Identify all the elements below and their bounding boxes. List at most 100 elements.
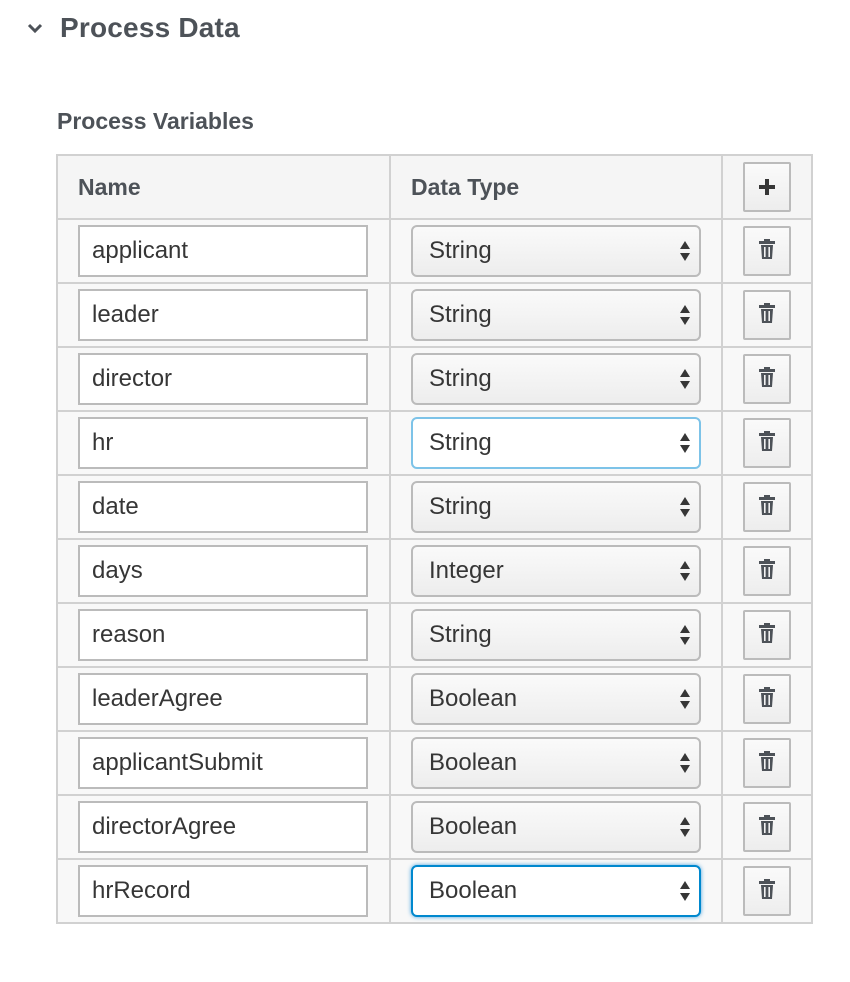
actions-cell bbox=[721, 794, 813, 860]
select-arrows-icon bbox=[679, 687, 691, 711]
variable-name-input[interactable] bbox=[78, 673, 368, 725]
data-type-value: Boolean bbox=[429, 685, 518, 712]
trash-icon bbox=[759, 878, 775, 904]
table-row: Boolean bbox=[56, 858, 813, 924]
data-type-column-header: Data Type bbox=[389, 154, 723, 220]
data-type-cell: Integer bbox=[389, 538, 723, 604]
actions-cell bbox=[721, 858, 813, 924]
data-type-cell: String bbox=[389, 602, 723, 668]
select-arrows-icon bbox=[679, 239, 691, 263]
actions-column-header bbox=[721, 154, 813, 220]
table-row: String bbox=[56, 410, 813, 476]
select-arrows-icon bbox=[679, 559, 691, 583]
select-arrows-icon bbox=[679, 623, 691, 647]
actions-cell bbox=[721, 218, 813, 284]
process-data-panel: Process Data Process Variables Name Data… bbox=[0, 0, 850, 982]
table-row: String bbox=[56, 602, 813, 668]
data-type-select[interactable]: String bbox=[411, 289, 701, 341]
data-type-select[interactable]: String bbox=[411, 225, 701, 277]
table-row: String bbox=[56, 282, 813, 348]
table-header-row: Name Data Type bbox=[56, 154, 813, 220]
name-cell bbox=[56, 282, 391, 348]
data-type-value: String bbox=[429, 365, 492, 392]
variable-name-input[interactable] bbox=[78, 353, 368, 405]
select-arrows-icon bbox=[679, 367, 691, 391]
process-variables-title: Process Variables bbox=[57, 108, 254, 134]
actions-cell bbox=[721, 346, 813, 412]
name-cell bbox=[56, 218, 391, 284]
variable-name-input[interactable] bbox=[78, 417, 368, 469]
name-cell bbox=[56, 858, 391, 924]
trash-icon bbox=[759, 686, 775, 712]
table-row: Boolean bbox=[56, 794, 813, 860]
name-cell bbox=[56, 410, 391, 476]
add-variable-button[interactable] bbox=[743, 162, 791, 212]
data-type-cell: String bbox=[389, 410, 723, 476]
delete-variable-button[interactable] bbox=[743, 866, 791, 916]
data-type-value: Integer bbox=[429, 557, 504, 584]
table-row: String bbox=[56, 474, 813, 540]
data-type-select[interactable]: String bbox=[411, 417, 701, 469]
select-arrows-icon bbox=[679, 431, 691, 455]
actions-cell bbox=[721, 538, 813, 604]
delete-variable-button[interactable] bbox=[743, 354, 791, 404]
data-type-select[interactable]: Boolean bbox=[411, 673, 701, 725]
variable-name-input[interactable] bbox=[78, 865, 368, 917]
data-type-select[interactable]: Boolean bbox=[411, 737, 701, 789]
delete-variable-button[interactable] bbox=[743, 674, 791, 724]
trash-icon bbox=[759, 558, 775, 584]
data-type-select[interactable]: String bbox=[411, 481, 701, 533]
delete-variable-button[interactable] bbox=[743, 418, 791, 468]
data-type-value: String bbox=[429, 621, 492, 648]
chevron-down-icon[interactable] bbox=[24, 17, 46, 39]
name-column-header: Name bbox=[56, 154, 391, 220]
data-type-select[interactable]: Boolean bbox=[411, 865, 701, 917]
actions-cell bbox=[721, 666, 813, 732]
variable-name-input[interactable] bbox=[78, 609, 368, 661]
name-cell bbox=[56, 794, 391, 860]
name-cell bbox=[56, 602, 391, 668]
variable-name-input[interactable] bbox=[78, 801, 368, 853]
trash-icon bbox=[759, 366, 775, 392]
delete-variable-button[interactable] bbox=[743, 610, 791, 660]
data-type-value: String bbox=[429, 237, 492, 264]
section-title: Process Data bbox=[60, 12, 240, 43]
variable-name-input[interactable] bbox=[78, 481, 368, 533]
variable-name-input[interactable] bbox=[78, 545, 368, 597]
delete-variable-button[interactable] bbox=[743, 738, 791, 788]
trash-icon bbox=[759, 430, 775, 456]
data-type-cell: String bbox=[389, 218, 723, 284]
delete-variable-button[interactable] bbox=[743, 290, 791, 340]
variable-name-input[interactable] bbox=[78, 225, 368, 277]
data-type-select[interactable]: String bbox=[411, 609, 701, 661]
trash-icon bbox=[759, 814, 775, 840]
select-arrows-icon bbox=[679, 495, 691, 519]
name-cell bbox=[56, 346, 391, 412]
variable-name-input[interactable] bbox=[78, 737, 368, 789]
data-type-value: Boolean bbox=[429, 877, 518, 904]
data-type-cell: Boolean bbox=[389, 730, 723, 796]
data-type-value: String bbox=[429, 493, 492, 520]
trash-icon bbox=[759, 622, 775, 648]
data-type-value: String bbox=[429, 301, 492, 328]
delete-variable-button[interactable] bbox=[743, 226, 791, 276]
actions-cell bbox=[721, 282, 813, 348]
name-cell bbox=[56, 730, 391, 796]
trash-icon bbox=[759, 750, 775, 776]
data-type-value: String bbox=[429, 429, 492, 456]
select-arrows-icon bbox=[679, 751, 691, 775]
delete-variable-button[interactable] bbox=[743, 802, 791, 852]
table-row: Integer bbox=[56, 538, 813, 604]
delete-variable-button[interactable] bbox=[743, 482, 791, 532]
select-arrows-icon bbox=[679, 815, 691, 839]
data-type-select[interactable]: Integer bbox=[411, 545, 701, 597]
table-row: String bbox=[56, 218, 813, 284]
variable-name-input[interactable] bbox=[78, 289, 368, 341]
select-arrows-icon bbox=[679, 879, 691, 903]
data-type-select[interactable]: String bbox=[411, 353, 701, 405]
name-cell bbox=[56, 538, 391, 604]
data-type-cell: String bbox=[389, 474, 723, 540]
data-type-select[interactable]: Boolean bbox=[411, 801, 701, 853]
process-data-section-toggle[interactable]: Process Data bbox=[24, 8, 240, 48]
delete-variable-button[interactable] bbox=[743, 546, 791, 596]
